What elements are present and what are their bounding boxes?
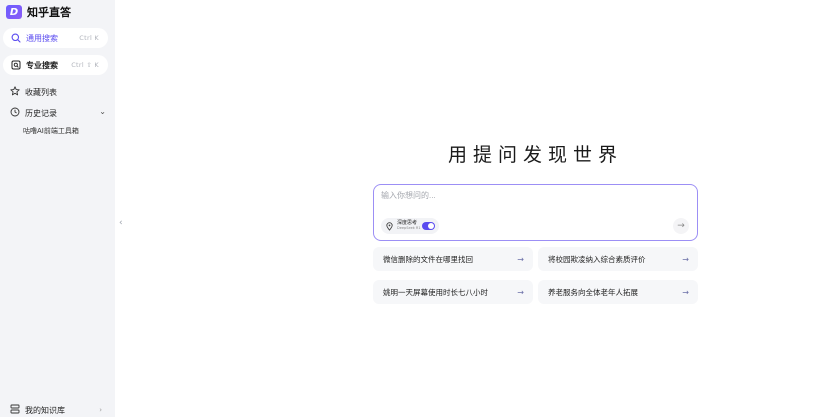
history-label: 历史记录 bbox=[25, 108, 57, 118]
knowledge-base-label: 我的知识库 bbox=[25, 405, 65, 415]
search-box: 深度思考 DeepSeek R1 → bbox=[373, 184, 698, 241]
history-item[interactable]: 历史记录 ⌄ bbox=[10, 107, 106, 119]
suggestion-item[interactable]: 姚明一天屏幕使用时长七八小时 → bbox=[373, 280, 533, 304]
sidebar: D 知乎直答 通用搜索 Ctrl K 专业搜索 Ctrl ⇧ K 收藏列表 历史… bbox=[0, 0, 115, 417]
arrow-right-icon: → bbox=[682, 287, 689, 297]
atom-icon bbox=[385, 221, 394, 231]
pro-search-label: 专业搜索 bbox=[26, 60, 58, 70]
collapse-sidebar-icon[interactable]: ‹ bbox=[119, 218, 123, 228]
logo[interactable]: D 知乎直答 bbox=[6, 4, 71, 20]
search-icon bbox=[11, 33, 21, 43]
deep-think-model: DeepSeek R1 bbox=[397, 226, 421, 231]
suggestion-text: 姚明一天屏幕使用时长七八小时 bbox=[383, 287, 488, 297]
star-icon bbox=[10, 86, 20, 98]
favorites-item[interactable]: 收藏列表 bbox=[10, 86, 57, 98]
search-input[interactable] bbox=[381, 191, 661, 200]
history-entry[interactable]: 咕噜AI前端工具箱 bbox=[23, 126, 79, 136]
suggestion-text: 将校园欺凌纳入综合素质评价 bbox=[548, 254, 646, 264]
pro-search-icon bbox=[11, 60, 21, 70]
send-button[interactable]: → bbox=[673, 218, 689, 234]
app-title: 知乎直答 bbox=[27, 6, 71, 19]
library-icon bbox=[10, 404, 20, 416]
pro-search-shortcut: Ctrl ⇧ K bbox=[71, 61, 99, 69]
knowledge-base-item[interactable]: 我的知识库 › bbox=[10, 404, 102, 416]
arrow-right-icon: → bbox=[517, 254, 524, 264]
toggle-switch[interactable] bbox=[422, 222, 435, 230]
favorites-label: 收藏列表 bbox=[25, 87, 57, 97]
deep-think-toggle[interactable]: 深度思考 DeepSeek R1 bbox=[381, 218, 439, 234]
clock-icon bbox=[10, 107, 20, 119]
general-search-button[interactable]: 通用搜索 Ctrl K bbox=[3, 28, 108, 48]
logo-icon: D bbox=[6, 5, 22, 19]
chevron-down-icon[interactable]: ⌄ bbox=[99, 107, 106, 116]
suggestion-item[interactable]: 养老服务向全体老年人拓展 → bbox=[538, 280, 698, 304]
pro-search-button[interactable]: 专业搜索 Ctrl ⇧ K bbox=[3, 55, 108, 75]
arrow-right-icon: → bbox=[677, 221, 685, 231]
suggestion-item[interactable]: 微信删除的文件在哪里找回 → bbox=[373, 247, 533, 271]
suggestion-text: 养老服务向全体老年人拓展 bbox=[548, 287, 638, 297]
chevron-right-icon: › bbox=[99, 406, 102, 414]
suggestion-text: 微信删除的文件在哪里找回 bbox=[383, 254, 473, 264]
suggestion-item[interactable]: 将校园欺凌纳入综合素质评价 → bbox=[538, 247, 698, 271]
general-search-label: 通用搜索 bbox=[26, 33, 58, 43]
page-headline: 用提问发现世界 bbox=[447, 144, 623, 166]
general-search-shortcut: Ctrl K bbox=[79, 34, 99, 42]
arrow-right-icon: → bbox=[682, 254, 689, 264]
arrow-right-icon: → bbox=[517, 287, 524, 297]
